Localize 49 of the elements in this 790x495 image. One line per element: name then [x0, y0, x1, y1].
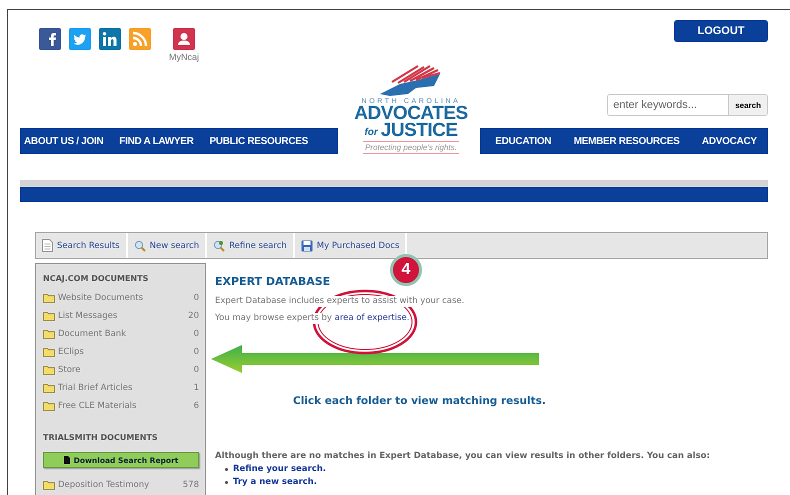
refine-search-icon — [213, 240, 226, 252]
hint-text: Click each folder to view matching results. — [293, 395, 547, 407]
folder-item[interactable]: Document Bank 0 — [43, 325, 199, 343]
search-button[interactable]: search — [728, 95, 767, 115]
step-badge: 4 — [390, 254, 422, 286]
toolbar-button[interactable]: Search Results — [36, 233, 128, 258]
folder-icon — [43, 383, 55, 393]
nav-link[interactable]: EDUCATION — [495, 136, 552, 146]
nav-link[interactable]: FIND A LAWYER — [119, 136, 194, 146]
facebook-icon[interactable] — [39, 28, 61, 50]
nav-link[interactable]: ADVOCACY — [702, 136, 757, 146]
logo-title: JUSTICE — [380, 122, 458, 139]
section-heading: NCAJ.COM DOCUMENTS — [43, 274, 150, 283]
no-matches-text: Although there are no matches in Expert Database, you can view results in other folders. You can also: — [215, 451, 711, 461]
expertise-link[interactable]: area of expertise — [334, 313, 407, 323]
user-icon[interactable] — [173, 28, 195, 50]
bullet-icon — [225, 468, 228, 470]
section-title: EXPERT DATABASE — [215, 275, 332, 288]
logo-word: for — [364, 127, 378, 139]
search-field[interactable]: enter keywords... search — [607, 94, 768, 116]
folder-icon — [43, 480, 55, 490]
twitter-icon[interactable] — [69, 28, 91, 50]
folder-icon — [43, 311, 55, 321]
section-heading: TRIALSMITH DOCUMENTS — [43, 433, 159, 442]
document-icon — [64, 456, 70, 464]
option-link[interactable]: Try a new search. — [233, 477, 317, 487]
bullet-icon — [225, 480, 228, 484]
logo-title: ADVOCATES — [354, 105, 468, 122]
logo-tagline: Protecting people's rights. — [363, 141, 459, 154]
folder-icon — [43, 293, 55, 303]
folder-icon — [43, 347, 55, 357]
folder-icon — [43, 401, 55, 411]
linkedin-icon[interactable] — [99, 28, 121, 50]
arrow-icon — [211, 345, 539, 373]
account-label[interactable]: MyNcaj — [169, 52, 200, 62]
nav-link[interactable]: MEMBER RESOURCES — [574, 136, 680, 146]
toolbar-button[interactable]: Refine search — [207, 233, 295, 258]
nav-link[interactable]: PUBLIC RESOURCES — [209, 136, 308, 146]
page-icon — [42, 239, 53, 252]
search-icon — [134, 240, 146, 252]
nav-link[interactable]: ABOUT US / JOIN — [24, 136, 104, 146]
logout-button[interactable]: LOGOUT — [674, 20, 768, 42]
option-link[interactable]: Refine your search. — [233, 464, 326, 474]
folder-icon — [43, 329, 55, 339]
intro-text: Expert Database includes experts to assist with your case. — [215, 296, 464, 307]
toolbar-button[interactable]: New search — [128, 233, 208, 258]
folder-icon — [43, 365, 55, 375]
folder-item[interactable]: Trial Brief Articles 1 — [43, 379, 199, 397]
browse-text: You may browse experts by area of expertise. — [215, 313, 410, 324]
